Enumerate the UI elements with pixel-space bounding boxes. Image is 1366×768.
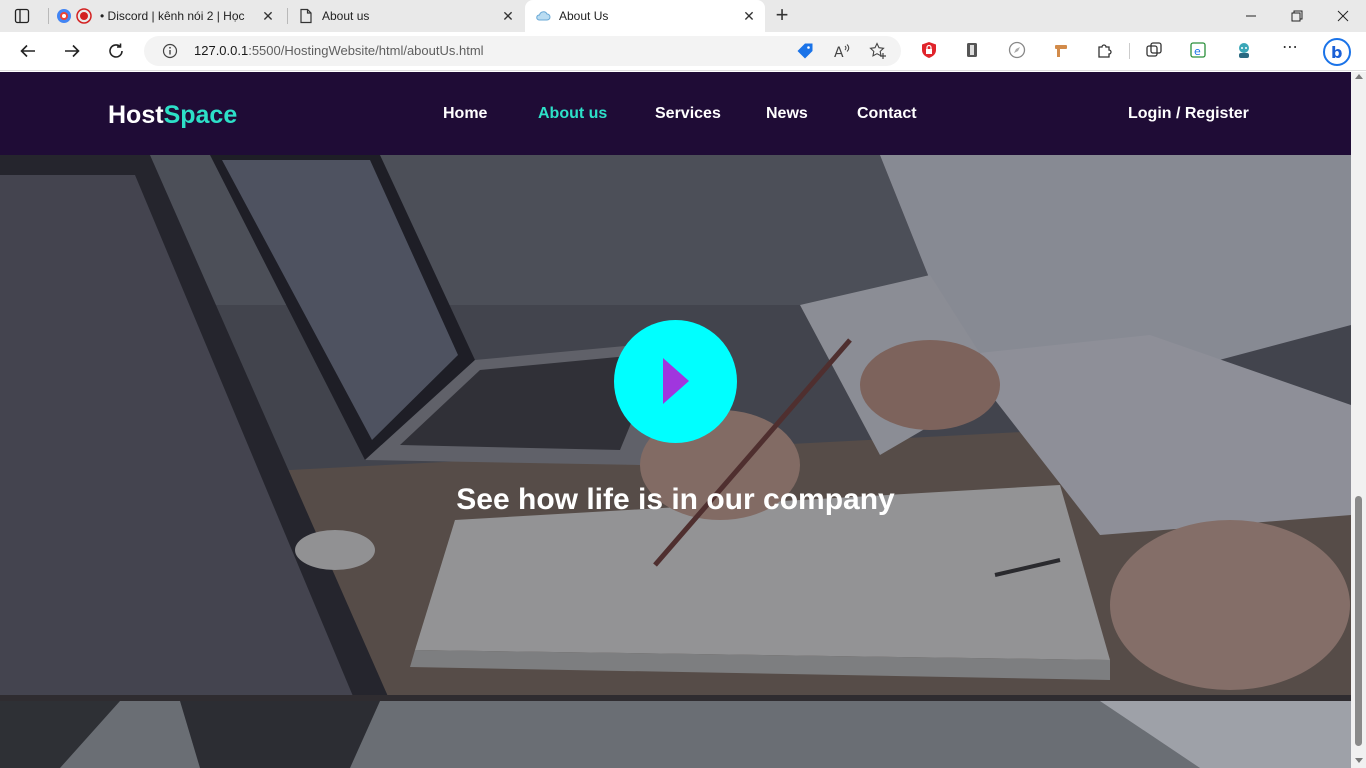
nav-link-about-us[interactable]: About us <box>538 105 607 123</box>
scrollbar-thumb[interactable] <box>1355 496 1362 746</box>
cloud-icon <box>536 11 551 21</box>
minimize-icon[interactable] <box>1241 6 1261 26</box>
svg-text:b: b <box>1331 43 1342 62</box>
restore-icon[interactable] <box>1287 6 1307 26</box>
play-video-button[interactable] <box>614 320 737 443</box>
browser-tab-bar: • Discord | kênh nói 2 | Học ✕ About us … <box>0 0 1366 32</box>
svg-text:e: e <box>1194 45 1201 58</box>
ie-mode-icon[interactable]: e <box>1189 41 1207 59</box>
play-icon <box>663 358 689 404</box>
close-tab-icon[interactable]: ✕ <box>741 8 757 24</box>
nav-link-home[interactable]: Home <box>443 105 487 123</box>
tab-separator <box>48 8 49 24</box>
price-tag-icon[interactable] <box>796 42 814 60</box>
address-bar[interactable]: 127.0.0.1:5500/HostingWebsite/html/about… <box>144 36 901 66</box>
login-register-link[interactable]: Login / Register <box>1128 105 1249 123</box>
toolbar-separator <box>1129 43 1130 59</box>
tab-title: • Discord | kênh nói 2 | Học <box>100 9 245 23</box>
logo-part-space: Space <box>163 101 238 129</box>
collections-icon[interactable] <box>1145 41 1163 59</box>
reading-extension-icon[interactable] <box>963 41 981 59</box>
site-info-icon[interactable] <box>162 43 178 59</box>
desk-background-image <box>0 701 1351 768</box>
back-icon[interactable] <box>17 40 39 62</box>
refresh-icon[interactable] <box>105 40 127 62</box>
close-window-icon[interactable] <box>1333 6 1353 26</box>
more-options-icon[interactable]: ⋯ <box>1281 40 1299 59</box>
url-host: 127.0.0.1 <box>194 43 249 58</box>
read-aloud-icon[interactable]: A <box>833 42 851 60</box>
compass-extension-icon[interactable] <box>1008 41 1026 59</box>
web-page: HostSpace Home About us Services News Co… <box>0 72 1351 768</box>
extensions-puzzle-icon[interactable] <box>1096 41 1114 59</box>
shield-extension-icon[interactable] <box>920 41 938 59</box>
tab-title: About Us <box>559 9 609 23</box>
forward-icon[interactable] <box>61 40 83 62</box>
document-icon <box>300 8 312 24</box>
next-section-background <box>0 701 1351 768</box>
close-tab-icon[interactable]: ✕ <box>260 8 276 24</box>
bing-chat-icon[interactable]: b <box>1322 37 1352 67</box>
url-text[interactable]: 127.0.0.1:5500/HostingWebsite/html/about… <box>194 43 484 58</box>
url-path: :5500/HostingWebsite/html/aboutUs.html <box>248 43 484 58</box>
hero-caption: See how life is in our company <box>456 483 895 516</box>
nav-link-contact[interactable]: Contact <box>857 105 917 123</box>
nav-link-services[interactable]: Services <box>655 105 721 123</box>
tab-title: About us <box>322 9 370 23</box>
video-hero-section: See how life is in our company <box>0 155 1351 701</box>
page-scrollbar[interactable] <box>1351 72 1366 768</box>
close-tab-icon[interactable]: ✕ <box>500 8 516 24</box>
site-header: HostSpace Home About us Services News Co… <box>0 72 1351 155</box>
tab-discord[interactable]: • Discord | kênh nói 2 | Học ✕ <box>56 0 284 32</box>
recording-icon <box>76 8 92 24</box>
tab-about-us[interactable]: About us ✕ <box>290 0 524 32</box>
scroll-up-icon[interactable] <box>1355 74 1363 79</box>
tab-about-us-active[interactable]: About Us ✕ <box>525 0 765 32</box>
add-favorite-icon[interactable] <box>869 42 887 60</box>
nav-link-news[interactable]: News <box>766 105 808 123</box>
tab-separator <box>287 8 288 24</box>
scroll-down-icon[interactable] <box>1355 758 1363 763</box>
new-tab-icon[interactable]: + <box>772 4 792 26</box>
colorful-extension-icon <box>57 9 71 23</box>
profile-avatar-icon[interactable] <box>1235 41 1253 59</box>
tab-actions-icon[interactable] <box>14 8 30 24</box>
site-logo[interactable]: HostSpace <box>108 101 237 130</box>
svg-text:A: A <box>834 45 844 60</box>
logo-part-host: Host <box>108 101 164 129</box>
wood-extension-icon[interactable] <box>1052 41 1070 59</box>
browser-toolbar: 127.0.0.1:5500/HostingWebsite/html/about… <box>0 32 1366 71</box>
